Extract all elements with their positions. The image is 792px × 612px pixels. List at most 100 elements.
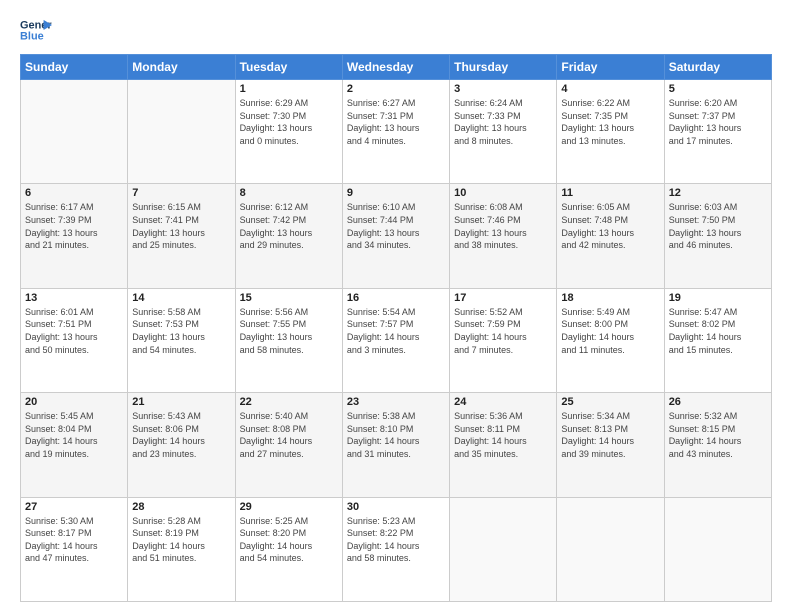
day-detail: Sunrise: 6:27 AM Sunset: 7:31 PM Dayligh… (347, 97, 445, 147)
calendar-cell: 18 Sunrise: 5:49 AM Sunset: 8:00 PM Dayli… (557, 288, 664, 392)
weekday-header: Thursday (450, 55, 557, 80)
calendar-cell (21, 80, 128, 184)
day-detail: Sunrise: 6:24 AM Sunset: 7:33 PM Dayligh… (454, 97, 552, 147)
calendar-cell: 12 Sunrise: 6:03 AM Sunset: 7:50 PM Dayli… (664, 184, 771, 288)
day-number: 5 (669, 83, 767, 95)
day-detail: Sunrise: 5:23 AM Sunset: 8:22 PM Dayligh… (347, 515, 445, 565)
day-detail: Sunrise: 5:52 AM Sunset: 7:59 PM Dayligh… (454, 306, 552, 356)
day-detail: Sunrise: 5:30 AM Sunset: 8:17 PM Dayligh… (25, 515, 123, 565)
day-number: 21 (132, 396, 230, 408)
day-number: 12 (669, 187, 767, 199)
day-detail: Sunrise: 5:32 AM Sunset: 8:15 PM Dayligh… (669, 410, 767, 460)
day-detail: Sunrise: 6:10 AM Sunset: 7:44 PM Dayligh… (347, 201, 445, 251)
day-detail: Sunrise: 6:01 AM Sunset: 7:51 PM Dayligh… (25, 306, 123, 356)
day-number: 15 (240, 292, 338, 304)
calendar-cell: 28Sunrise: 5:28 AM Sunset: 8:19 PM Dayli… (128, 497, 235, 601)
calendar-cell (450, 497, 557, 601)
day-number: 6 (25, 187, 123, 199)
calendar-cell: 3 Sunrise: 6:24 AM Sunset: 7:33 PM Daylig… (450, 80, 557, 184)
day-detail: Sunrise: 5:58 AM Sunset: 7:53 PM Dayligh… (132, 306, 230, 356)
weekday-header: Monday (128, 55, 235, 80)
day-number: 18 (561, 292, 659, 304)
page: General Blue SundayMondayTuesdayWednesda… (0, 0, 792, 612)
day-number: 2 (347, 83, 445, 95)
calendar-cell (557, 497, 664, 601)
calendar-cell: 9 Sunrise: 6:10 AM Sunset: 7:44 PM Daylig… (342, 184, 449, 288)
calendar-cell: 13 Sunrise: 6:01 AM Sunset: 7:51 PM Dayli… (21, 288, 128, 392)
day-detail: Sunrise: 5:56 AM Sunset: 7:55 PM Dayligh… (240, 306, 338, 356)
calendar-cell: 22 Sunrise: 5:40 AM Sunset: 8:08 PM Dayli… (235, 393, 342, 497)
day-detail: Sunrise: 5:34 AM Sunset: 8:13 PM Dayligh… (561, 410, 659, 460)
calendar-week-row: 20 Sunrise: 5:45 AM Sunset: 8:04 PM Dayli… (21, 393, 772, 497)
day-number: 17 (454, 292, 552, 304)
day-number: 1 (240, 83, 338, 95)
day-number: 26 (669, 396, 767, 408)
calendar-week-row: 1Sunrise: 6:29 AM Sunset: 7:30 PM Daylig… (21, 80, 772, 184)
calendar-cell: 26 Sunrise: 5:32 AM Sunset: 8:15 PM Dayli… (664, 393, 771, 497)
day-detail: Sunrise: 6:03 AM Sunset: 7:50 PM Dayligh… (669, 201, 767, 251)
day-detail: Sunrise: 5:45 AM Sunset: 8:04 PM Dayligh… (25, 410, 123, 460)
day-number: 20 (25, 396, 123, 408)
day-number: 3 (454, 83, 552, 95)
day-number: 13 (25, 292, 123, 304)
day-number: 29 (240, 501, 338, 513)
calendar-cell: 2 Sunrise: 6:27 AM Sunset: 7:31 PM Daylig… (342, 80, 449, 184)
day-number: 11 (561, 187, 659, 199)
calendar-cell: 20 Sunrise: 5:45 AM Sunset: 8:04 PM Dayli… (21, 393, 128, 497)
day-detail: Sunrise: 6:05 AM Sunset: 7:48 PM Dayligh… (561, 201, 659, 251)
day-detail: Sunrise: 6:20 AM Sunset: 7:37 PM Dayligh… (669, 97, 767, 147)
weekday-header: Friday (557, 55, 664, 80)
calendar-week-row: 6Sunrise: 6:17 AM Sunset: 7:39 PM Daylig… (21, 184, 772, 288)
calendar-cell: 24 Sunrise: 5:36 AM Sunset: 8:11 PM Dayli… (450, 393, 557, 497)
day-detail: Sunrise: 5:47 AM Sunset: 8:02 PM Dayligh… (669, 306, 767, 356)
calendar-table: SundayMondayTuesdayWednesdayThursdayFrid… (20, 54, 772, 602)
calendar-cell: 10 Sunrise: 6:08 AM Sunset: 7:46 PM Dayli… (450, 184, 557, 288)
logo-icon: General Blue (20, 16, 52, 44)
day-number: 16 (347, 292, 445, 304)
calendar-cell: 27 Sunrise: 5:30 AM Sunset: 8:17 PM Dayli… (21, 497, 128, 601)
calendar-cell: 1Sunrise: 6:29 AM Sunset: 7:30 PM Daylig… (235, 80, 342, 184)
day-number: 22 (240, 396, 338, 408)
weekday-header: Saturday (664, 55, 771, 80)
calendar-cell: 14 Sunrise: 5:58 AM Sunset: 7:53 PM Dayli… (128, 288, 235, 392)
calendar-header-row: SundayMondayTuesdayWednesdayThursdayFrid… (21, 55, 772, 80)
weekday-header: Sunday (21, 55, 128, 80)
calendar-cell: 7Sunrise: 6:15 AM Sunset: 7:41 PM Daylig… (128, 184, 235, 288)
day-detail: Sunrise: 5:36 AM Sunset: 8:11 PM Dayligh… (454, 410, 552, 460)
day-number: 28 (132, 501, 230, 513)
calendar-cell: 6Sunrise: 6:17 AM Sunset: 7:39 PM Daylig… (21, 184, 128, 288)
calendar-cell: 5 Sunrise: 6:20 AM Sunset: 7:37 PM Daylig… (664, 80, 771, 184)
weekday-header: Tuesday (235, 55, 342, 80)
calendar-week-row: 13 Sunrise: 6:01 AM Sunset: 7:51 PM Dayli… (21, 288, 772, 392)
calendar-cell: 21 Sunrise: 5:43 AM Sunset: 8:06 PM Dayli… (128, 393, 235, 497)
day-number: 14 (132, 292, 230, 304)
day-detail: Sunrise: 6:08 AM Sunset: 7:46 PM Dayligh… (454, 201, 552, 251)
day-number: 4 (561, 83, 659, 95)
day-detail: Sunrise: 5:40 AM Sunset: 8:08 PM Dayligh… (240, 410, 338, 460)
day-number: 10 (454, 187, 552, 199)
calendar-cell: 15 Sunrise: 5:56 AM Sunset: 7:55 PM Dayli… (235, 288, 342, 392)
weekday-header: Wednesday (342, 55, 449, 80)
day-number: 27 (25, 501, 123, 513)
calendar-cell: 8 Sunrise: 6:12 AM Sunset: 7:42 PM Daylig… (235, 184, 342, 288)
day-number: 8 (240, 187, 338, 199)
calendar-cell: 16Sunrise: 5:54 AM Sunset: 7:57 PM Dayli… (342, 288, 449, 392)
calendar-cell: 11 Sunrise: 6:05 AM Sunset: 7:48 PM Dayli… (557, 184, 664, 288)
calendar-cell: 25 Sunrise: 5:34 AM Sunset: 8:13 PM Dayli… (557, 393, 664, 497)
day-detail: Sunrise: 5:43 AM Sunset: 8:06 PM Dayligh… (132, 410, 230, 460)
day-number: 30 (347, 501, 445, 513)
calendar-cell: 4 Sunrise: 6:22 AM Sunset: 7:35 PM Daylig… (557, 80, 664, 184)
day-detail: Sunrise: 5:38 AM Sunset: 8:10 PM Dayligh… (347, 410, 445, 460)
calendar-cell (664, 497, 771, 601)
day-number: 9 (347, 187, 445, 199)
day-number: 25 (561, 396, 659, 408)
day-detail: Sunrise: 5:25 AM Sunset: 8:20 PM Dayligh… (240, 515, 338, 565)
day-number: 24 (454, 396, 552, 408)
day-detail: Sunrise: 6:12 AM Sunset: 7:42 PM Dayligh… (240, 201, 338, 251)
day-detail: Sunrise: 5:49 AM Sunset: 8:00 PM Dayligh… (561, 306, 659, 356)
day-detail: Sunrise: 6:22 AM Sunset: 7:35 PM Dayligh… (561, 97, 659, 147)
day-number: 19 (669, 292, 767, 304)
calendar-cell: 29 Sunrise: 5:25 AM Sunset: 8:20 PM Dayli… (235, 497, 342, 601)
calendar-cell: 30 Sunrise: 5:23 AM Sunset: 8:22 PM Dayli… (342, 497, 449, 601)
day-number: 23 (347, 396, 445, 408)
